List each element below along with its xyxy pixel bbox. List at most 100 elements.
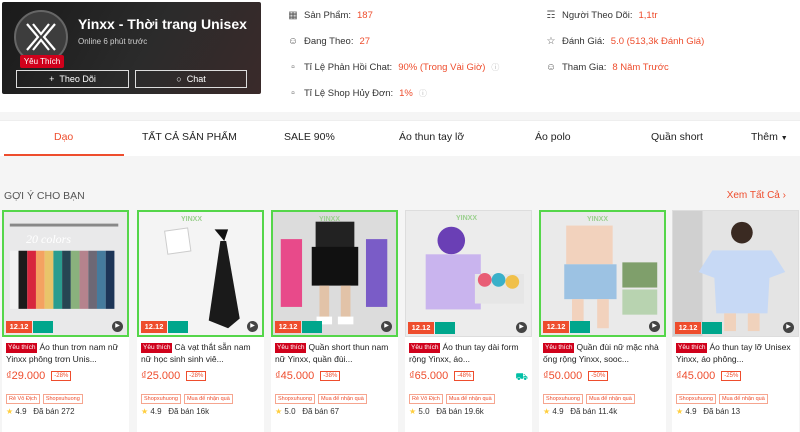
product-tags: Shopxuhuong Mua để nhận quà: [275, 387, 370, 405]
product-image[interactable]: 12.12 ▶: [672, 210, 799, 337]
discount-badge: -38%: [320, 371, 341, 381]
stat-following: ☺ Đang Theo: 27: [287, 36, 371, 47]
star-icon: ★: [141, 407, 149, 416]
stat-followers: ☶ Người Theo Dõi: 1,1tr: [546, 10, 658, 21]
discount-badge: -50%: [588, 371, 609, 381]
store-icon: ▦: [288, 10, 298, 21]
stat-products: ▦ Sản Phẩm: 187: [288, 10, 373, 21]
play-video-icon[interactable]: ▶: [381, 321, 392, 332]
shop-name: Yinxx - Thời trang Unisex: [78, 16, 247, 32]
star-icon: ★: [6, 407, 14, 416]
chat-label: Chat: [186, 74, 206, 84]
product-price: ₫45.000 -38%: [275, 370, 341, 382]
follow-label: Theo Dõi: [59, 74, 96, 84]
tab-more[interactable]: Thêm ▼: [751, 131, 788, 143]
promo-badge: 12.12: [543, 321, 569, 333]
discount-badge: -28%: [186, 371, 207, 381]
play-video-icon[interactable]: ▶: [247, 321, 258, 332]
section-title: GỢI Ý CHO BẠN: [4, 190, 85, 202]
shop-tabs: Dạo TẤT CẢ SẢN PHẨM SALE 90% Áo thun tay…: [0, 120, 800, 156]
tab-quan-short[interactable]: Quần short: [651, 131, 703, 143]
product-price: ₫45.000 -25%: [676, 370, 742, 382]
product-price: ₫50.000 -50%: [543, 370, 609, 382]
product-card[interactable]: YINXX 12.12 ▶ Yêu thích Cà vạt thắt sẵn n…: [137, 210, 264, 432]
product-tags: Shopxuhuong Mua để nhận quà: [543, 387, 638, 405]
stat-chat-response: ▫ Tỉ Lệ Phản Hồi Chat: 90% (Trong Vài Gi…: [288, 62, 499, 73]
shop-header: Yêu Thích Yinxx - Thời trang Unisex Onli…: [0, 0, 800, 112]
product-card[interactable]: 12.12 ▶ Yêu thích Áo thun tay lỡ Unisex Y…: [672, 210, 799, 432]
product-title: Yêu thích Quần short thun nam nữ Yinxx, q…: [275, 342, 389, 364]
product-card[interactable]: YINXX 12.12 ▶ Yêu thích Quần đùi nữ mặc n…: [539, 210, 666, 432]
star-icon: ★: [275, 407, 283, 416]
freeship-badge: [702, 322, 722, 334]
product-image[interactable]: 20 colors 12.12 ▶: [2, 210, 129, 337]
play-video-icon[interactable]: ▶: [783, 322, 794, 333]
chat-icon: ○: [176, 74, 182, 84]
play-video-icon[interactable]: ▶: [516, 322, 527, 333]
stat-cancel-rate: ▫ Tỉ Lệ Shop Hủy Đơn: 1% ⓘ: [288, 88, 427, 99]
product-image[interactable]: YINXX 12.12 ▶: [137, 210, 264, 337]
chat-bubble-icon: ▫: [291, 62, 295, 73]
product-title: Yêu thích Cà vạt thắt sẵn nam nữ học sinh…: [141, 342, 251, 364]
longsleeve-model-image: [406, 211, 531, 336]
product-image[interactable]: YINXX 12.12 ▶: [539, 210, 666, 337]
tab-all-products[interactable]: TẤT CẢ SẢN PHẨM: [142, 131, 237, 143]
info-icon[interactable]: ⓘ: [491, 62, 499, 73]
user-icon: ☺: [287, 36, 299, 47]
tab-ao-polo[interactable]: Áo polo: [535, 131, 571, 143]
chat-button[interactable]: ○ Chat: [135, 70, 247, 88]
product-image[interactable]: YINXX 12.12 ▶: [405, 210, 532, 337]
play-video-icon[interactable]: ▶: [649, 321, 660, 332]
shorts-model-image: [273, 212, 396, 335]
discount-badge: -28%: [51, 371, 72, 381]
star-outline-icon: ☆: [546, 36, 556, 47]
product-rating: ★ 5.0 Đã bán 19.6k: [409, 407, 484, 416]
thumb-caption: 20 colors: [26, 232, 71, 246]
product-title: Yêu thích Quần đùi nữ mặc nhà ống rộng Yi…: [543, 342, 659, 364]
see-all-link[interactable]: Xem Tất Cả ›: [727, 190, 786, 201]
shorts-women-image: [541, 212, 664, 335]
promo-badge: 12.12: [275, 321, 301, 333]
product-title: Yêu thích Áo thun tay dài form rộng Yinxx…: [409, 342, 519, 364]
product-image[interactable]: YINXX 12.12 ▶: [271, 210, 398, 337]
product-card[interactable]: YINXX 12.12 ▶ Yêu thích Quần short thun n…: [271, 210, 398, 432]
freeship-badge: [302, 321, 322, 333]
star-icon: ★: [409, 407, 417, 416]
product-tags: Rẻ Vô Địch Shopxuhuong: [6, 387, 86, 405]
chevron-right-icon: ›: [782, 190, 786, 201]
shop-logo-icon: [26, 23, 56, 51]
freeship-badge: [168, 321, 188, 333]
product-price: ₫65.000 -48%: [409, 370, 475, 382]
follow-button[interactable]: + Theo Dõi: [16, 70, 129, 88]
discount-badge: -48%: [454, 371, 475, 381]
necktie-image: [139, 212, 262, 335]
tab-ao-thun-tay-lo[interactable]: Áo thun tay lỡ: [399, 131, 464, 143]
stat-rating: ☆ Đánh Giá: 5.0 (513,3k Đánh Giá): [546, 36, 705, 47]
product-card[interactable]: YINXX 12.12 ▶ Yêu thích Áo thun tay dài f…: [405, 210, 532, 432]
freeship-badge: [570, 321, 590, 333]
play-video-icon[interactable]: ▶: [112, 321, 123, 332]
product-rating: ★ 4.9 Đã bán 13: [676, 407, 741, 416]
info-icon[interactable]: ⓘ: [419, 88, 427, 99]
tab-dao[interactable]: Dạo: [54, 131, 73, 143]
tab-sale[interactable]: SALE 90%: [284, 131, 335, 143]
active-tab-indicator: [4, 154, 124, 156]
product-rating: ★ 4.9 Đã bán 11.4k: [543, 407, 618, 416]
plus-icon: +: [49, 74, 55, 84]
favorite-badge: Yêu Thích: [20, 55, 64, 68]
promo-badge: 12.12: [675, 322, 701, 334]
product-tags: Rẻ Vô Địch Mua để nhận quà: [409, 387, 498, 405]
promo-badge: 12.12: [6, 321, 32, 333]
product-price: ₫29.000 -28%: [6, 370, 72, 382]
product-tags: Shopxuhuong Mua để nhận quà: [676, 387, 771, 405]
cancel-icon: ▫: [291, 88, 295, 99]
discount-badge: -25%: [721, 371, 742, 381]
product-title: Yêu thích Áo thun tay lỡ Unisex Yinxx, áo…: [676, 342, 791, 364]
product-title: Yêu thích Áo thun trơn nam nữ Yinxx phông…: [6, 342, 119, 364]
product-rating: ★ 5.0 Đã bán 67: [275, 407, 340, 416]
product-card[interactable]: 20 colors 12.12 ▶ Yêu thích Áo thun trơn …: [2, 210, 129, 432]
freeship-badge: [435, 322, 455, 334]
caret-down-icon: ▼: [780, 135, 788, 142]
star-icon: ★: [543, 407, 551, 416]
promo-badge: 12.12: [141, 321, 167, 333]
